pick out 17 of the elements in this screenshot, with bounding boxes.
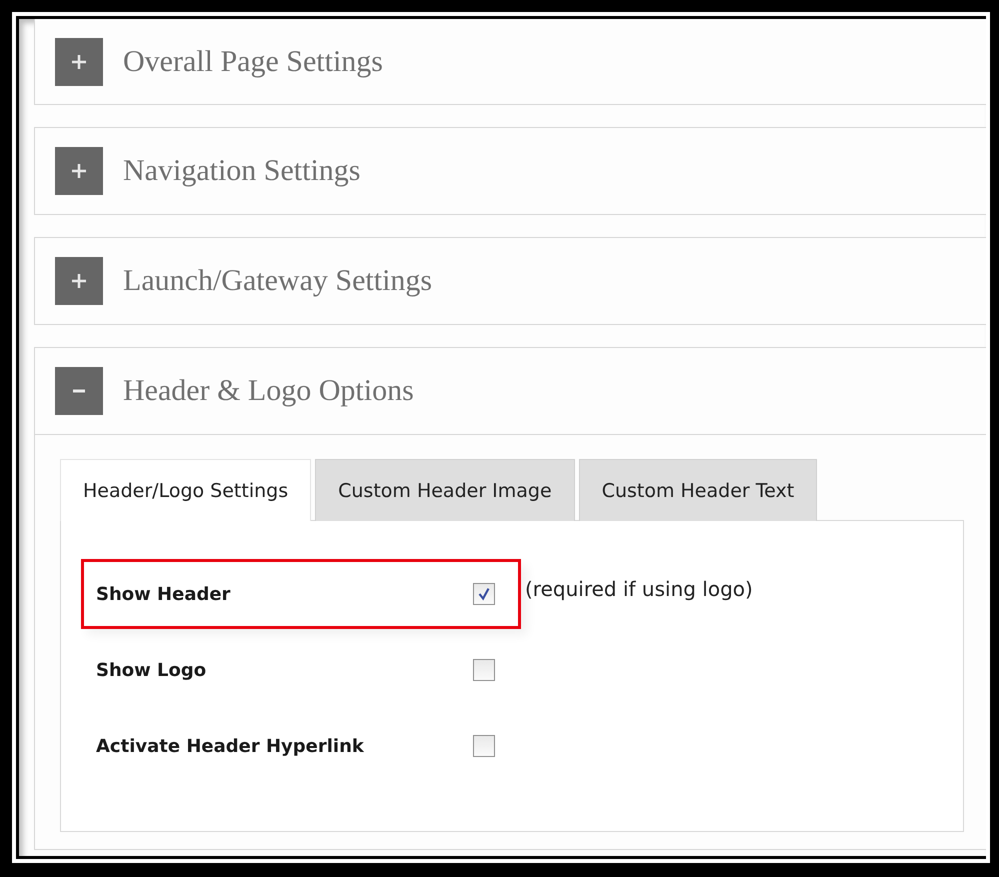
tab[interactable]: Header/Logo Settings — [60, 459, 312, 521]
panel-title[interactable]: Navigation Settings — [123, 154, 360, 188]
option-label: Show Header — [96, 584, 232, 604]
expand-icon[interactable] — [55, 147, 103, 195]
option-label: Activate Header Hyperlink — [96, 736, 365, 756]
checkbox[interactable] — [473, 659, 495, 681]
panel-title[interactable]: Header & Logo Options — [123, 374, 414, 408]
checkbox[interactable] — [473, 583, 495, 605]
expand-icon[interactable] — [55, 257, 103, 305]
checkbox[interactable] — [473, 735, 495, 757]
panel-title[interactable]: Overall Page Settings — [123, 44, 383, 78]
expand-icon[interactable] — [55, 38, 103, 86]
tab[interactable]: Custom Header Image — [315, 459, 575, 521]
tab[interactable]: Custom Header Text — [578, 459, 818, 521]
option-label: Show Logo — [96, 660, 208, 680]
panel-title[interactable]: Launch/Gateway Settings — [123, 264, 432, 298]
hint-text: (required if using logo) — [525, 577, 753, 601]
